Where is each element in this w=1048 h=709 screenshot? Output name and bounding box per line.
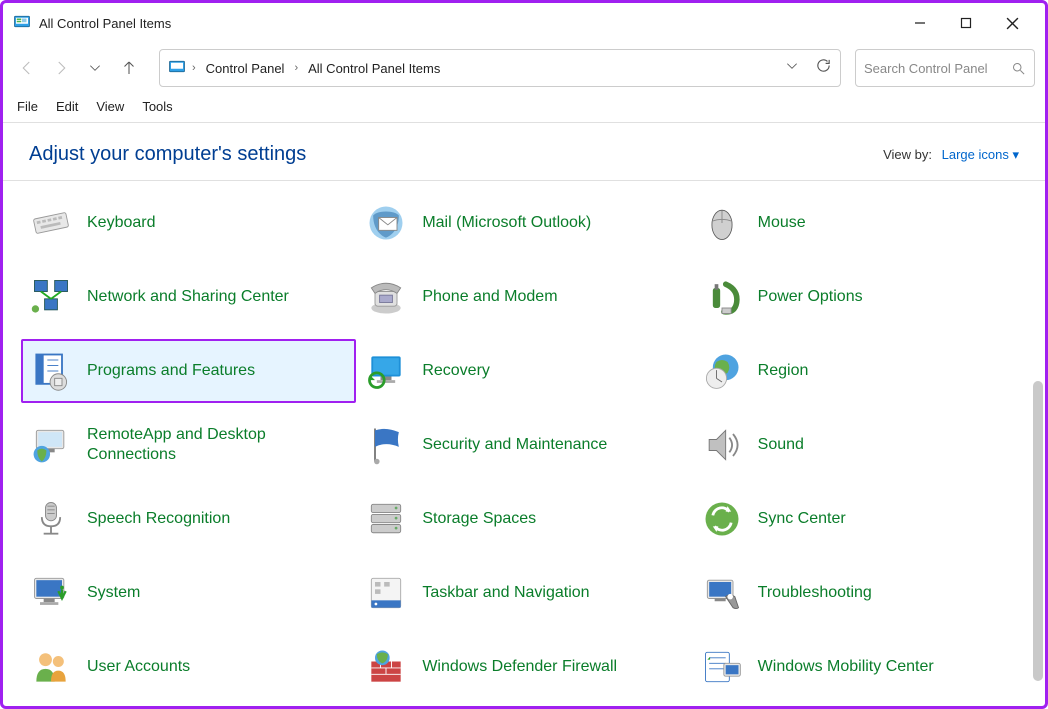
control-panel-icon: [13, 14, 31, 32]
cp-item-label: Mouse: [758, 213, 806, 233]
content-header: Adjust your computer's settings View by:…: [3, 123, 1045, 181]
back-button[interactable]: [13, 54, 41, 82]
window-title: All Control Panel Items: [39, 16, 897, 31]
firewall-icon: [364, 645, 408, 689]
troubleshooting-icon: [700, 571, 744, 615]
sync-icon: [700, 497, 744, 541]
mobility-icon: [700, 645, 744, 689]
cp-item-label: Sound: [758, 435, 804, 455]
cp-item-label: Programs and Features: [87, 361, 255, 381]
navigation-bar: › Control Panel › All Control Panel Item…: [3, 43, 1045, 93]
cp-item-taskbar[interactable]: Taskbar and Navigation: [356, 561, 691, 625]
cp-item-label: Phone and Modem: [422, 287, 557, 307]
scrollbar[interactable]: [1033, 381, 1043, 681]
cp-item-label: System: [87, 583, 140, 603]
cp-item-label: Windows Defender Firewall: [422, 657, 617, 677]
cp-item-user-accounts[interactable]: User Accounts: [21, 635, 356, 699]
region-icon: [700, 349, 744, 393]
cp-item-sound[interactable]: Sound: [692, 413, 1027, 477]
phone-icon: [364, 275, 408, 319]
mail-icon: [364, 201, 408, 245]
cp-item-label: Storage Spaces: [422, 509, 536, 529]
menu-bar: File Edit View Tools: [3, 93, 1045, 123]
network-icon: [29, 275, 73, 319]
system-icon: [29, 571, 73, 615]
cp-item-region[interactable]: Region: [692, 339, 1027, 403]
chevron-right-icon: ›: [192, 62, 196, 74]
cp-item-label: Speech Recognition: [87, 509, 230, 529]
up-button[interactable]: [115, 54, 143, 82]
address-bar[interactable]: › Control Panel › All Control Panel Item…: [159, 49, 841, 87]
programs-icon: [29, 349, 73, 393]
remoteapp-icon: [29, 423, 73, 467]
menu-file[interactable]: File: [17, 99, 38, 114]
cp-item-label: Troubleshooting: [758, 583, 872, 603]
microphone-icon: [29, 497, 73, 541]
forward-button[interactable]: [47, 54, 75, 82]
cp-item-label: Keyboard: [87, 213, 156, 233]
cp-item-programs-features[interactable]: Programs and Features: [21, 339, 356, 403]
cp-item-label: Windows Mobility Center: [758, 657, 934, 677]
cp-item-power[interactable]: Power Options: [692, 265, 1027, 329]
search-icon: [1011, 61, 1026, 76]
cp-item-firewall[interactable]: Windows Defender Firewall: [356, 635, 691, 699]
maximize-button[interactable]: [943, 7, 989, 39]
cp-item-security[interactable]: Security and Maintenance: [356, 413, 691, 477]
cp-item-sync[interactable]: Sync Center: [692, 487, 1027, 551]
flag-icon: [364, 423, 408, 467]
breadcrumb-root[interactable]: Control Panel: [202, 59, 289, 78]
cp-item-mail[interactable]: Mail (Microsoft Outlook): [356, 191, 691, 255]
cp-item-mobility[interactable]: Windows Mobility Center: [692, 635, 1027, 699]
content-area: Keyboard Mail (Microsoft Outlook) Mouse …: [3, 181, 1045, 706]
cp-item-label: Network and Sharing Center: [87, 287, 289, 307]
refresh-button[interactable]: [815, 57, 832, 79]
chevron-down-icon[interactable]: [785, 59, 799, 78]
cp-item-label: Sync Center: [758, 509, 846, 529]
cp-item-label: Recovery: [422, 361, 490, 381]
cp-item-label: Security and Maintenance: [422, 435, 607, 455]
viewby-dropdown[interactable]: Large icons ▾: [942, 147, 1019, 162]
menu-view[interactable]: View: [96, 99, 124, 114]
cp-item-label: Power Options: [758, 287, 863, 307]
window-frame: All Control Panel Items › Control Panel …: [0, 0, 1048, 709]
recent-dropdown[interactable]: [81, 54, 109, 82]
page-title: Adjust your computer's settings: [29, 143, 883, 166]
recovery-icon: [364, 349, 408, 393]
cp-item-phone[interactable]: Phone and Modem: [356, 265, 691, 329]
menu-edit[interactable]: Edit: [56, 99, 78, 114]
search-placeholder: Search Control Panel: [864, 61, 1005, 76]
control-panel-icon: [168, 59, 186, 77]
titlebar: All Control Panel Items: [3, 3, 1045, 43]
items-grid: Keyboard Mail (Microsoft Outlook) Mouse …: [3, 181, 1045, 706]
power-icon: [700, 275, 744, 319]
sound-icon: [700, 423, 744, 467]
cp-item-troubleshooting[interactable]: Troubleshooting: [692, 561, 1027, 625]
user-accounts-icon: [29, 645, 73, 689]
viewby-label: View by:: [883, 147, 932, 162]
storage-icon: [364, 497, 408, 541]
cp-item-label: User Accounts: [87, 657, 190, 677]
cp-item-label: Region: [758, 361, 809, 381]
minimize-button[interactable]: [897, 7, 943, 39]
chevron-right-icon: ›: [294, 62, 298, 74]
breadcrumb-current[interactable]: All Control Panel Items: [304, 59, 444, 78]
cp-item-system[interactable]: System: [21, 561, 356, 625]
cp-item-remoteapp[interactable]: RemoteApp and Desktop Connections: [21, 413, 356, 477]
menu-tools[interactable]: Tools: [142, 99, 172, 114]
mouse-icon: [700, 201, 744, 245]
cp-item-storage[interactable]: Storage Spaces: [356, 487, 691, 551]
keyboard-icon: [29, 201, 73, 245]
cp-item-mouse[interactable]: Mouse: [692, 191, 1027, 255]
cp-item-label: RemoteApp and Desktop Connections: [87, 425, 348, 465]
cp-item-label: Mail (Microsoft Outlook): [422, 213, 591, 233]
taskbar-icon: [364, 571, 408, 615]
cp-item-recovery[interactable]: Recovery: [356, 339, 691, 403]
cp-item-keyboard[interactable]: Keyboard: [21, 191, 356, 255]
cp-item-label: Taskbar and Navigation: [422, 583, 589, 603]
close-button[interactable]: [989, 7, 1035, 39]
cp-item-speech[interactable]: Speech Recognition: [21, 487, 356, 551]
cp-item-network[interactable]: Network and Sharing Center: [21, 265, 356, 329]
search-input[interactable]: Search Control Panel: [855, 49, 1035, 87]
